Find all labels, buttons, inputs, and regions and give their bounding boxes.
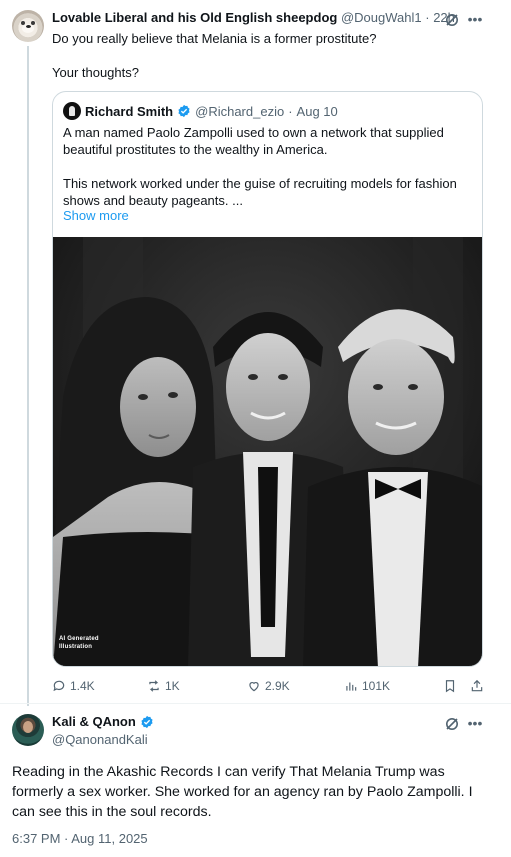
photo-illustration [53,237,482,666]
ai-badge-line: Illustration [59,644,93,650]
reply-icon [53,680,65,692]
like-button[interactable]: 2.9K [247,677,290,695]
share-icon[interactable] [470,679,484,693]
reply-handle[interactable]: @QanonandKali [52,732,148,747]
quote-paragraph: A man named Paolo Zampolli used to own a… [63,125,444,157]
grok-icon[interactable] [444,716,460,732]
tweet-text: Do you really believe that Melania is a … [52,30,492,98]
like-icon [249,682,259,692]
grok-icon[interactable] [444,12,460,28]
tweet-reply[interactable]: Kali & QAnon @QanonandKali ••• Reading i… [0,704,511,857]
views-button[interactable]: 101K [344,677,390,695]
like-count: 2.9K [265,679,290,693]
tweet-main[interactable]: Lovable Liberal and his Old English shee… [0,0,511,706]
display-name[interactable]: Lovable Liberal and his Old English shee… [52,10,337,25]
avatar-kali[interactable] [12,714,44,746]
views-count: 101K [362,679,391,693]
quote-date[interactable]: Aug 10 [297,104,338,119]
reply-count: 1.4K [70,679,95,693]
quote-header: Richard Smith @Richard_ezio · Aug 10 [63,102,338,120]
reply-header: Kali & QAnon [52,714,154,729]
more-icon[interactable]: ••• [467,11,483,27]
reply-display-name[interactable]: Kali & QAnon [52,714,136,729]
verified-icon [178,104,190,118]
repost-icon [149,680,159,692]
bookmark-icon[interactable] [443,679,457,693]
avatar-sheepdog[interactable] [12,10,44,42]
reply-button[interactable]: 1.4K [52,677,95,695]
handle[interactable]: @DougWahl1 [341,10,422,25]
tweet-text-line: Do you really believe that Melania is a … [52,31,377,46]
ai-generated-badge: AI Generated Illustration [59,635,99,651]
repost-button[interactable]: 1K [147,677,180,695]
tweet-header: Lovable Liberal and his Old English shee… [52,10,472,28]
avatar-nose [26,25,31,28]
quoted-tweet[interactable]: Richard Smith @Richard_ezio · Aug 10 A m… [52,91,483,667]
repost-count: 1K [165,679,180,693]
separator: · [425,10,430,25]
quote-avatar[interactable] [63,102,81,120]
quote-paragraph: This network worked under the guise of r… [63,176,457,208]
quote-handle[interactable]: @Richard_ezio [195,104,284,119]
reply-text: Reading in the Akashic Records I can ver… [12,764,473,820]
show-more-link[interactable]: Show more [63,208,129,223]
more-icon[interactable]: ••• [467,715,483,731]
separator: · [288,103,293,119]
action-bar: 1.4K 1K 2.9K 101K [52,677,492,695]
quote-image[interactable]: AI Generated Illustration [53,237,482,666]
tweet-text-line: Your thoughts? [52,65,139,80]
thread-line [27,46,29,706]
quote-text: A man named Paolo Zampolli used to own a… [63,124,473,209]
views-icon [346,682,357,691]
quote-display-name[interactable]: Richard Smith [85,104,173,119]
verified-icon [141,715,153,728]
reply-timestamp[interactable]: 6:37 PM · Aug 11, 2025 [12,831,148,846]
ai-badge-line: AI Generated [59,636,99,642]
